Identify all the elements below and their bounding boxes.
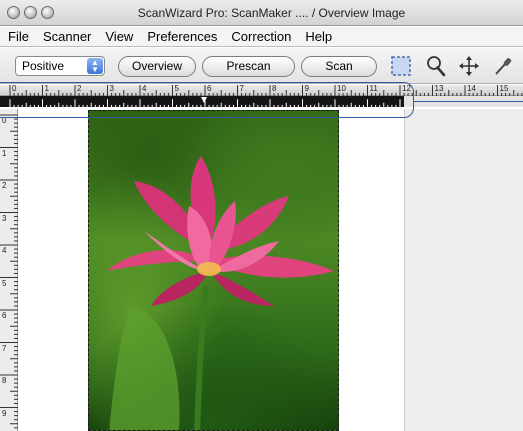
eyedropper-tool-button[interactable] — [490, 54, 516, 78]
lotus-flower-image — [107, 156, 334, 430]
menu-view[interactable]: View — [105, 29, 133, 44]
canvas-margin — [404, 109, 523, 431]
window-title: ScanWizard Pro: ScanMaker .... / Overvie… — [137, 6, 406, 20]
menu-scanner[interactable]: Scanner — [43, 29, 91, 44]
zoom-tool-button[interactable] — [423, 54, 449, 78]
scan-area-ticks — [9, 97, 401, 107]
mode-select-value: Positive — [22, 59, 65, 73]
ruler-label: 8 — [272, 84, 277, 93]
mode-select[interactable]: Positive ▲ ▼ — [15, 56, 105, 76]
select-stepper-icon[interactable]: ▲ ▼ — [87, 58, 103, 74]
ruler-label: 5 — [174, 84, 179, 93]
zoom-icon — [427, 56, 446, 77]
marquee-tool-button[interactable] — [388, 54, 414, 78]
ruler-scale: 0 1 2 3 4 5 6 7 8 9 10 11 12 13 14 15 — [0, 85, 523, 96]
ruler-label: 2 — [2, 181, 7, 190]
prescan-button[interactable]: Prescan — [202, 56, 295, 77]
eyedropper-icon — [495, 58, 512, 75]
title-bar: ScanWizard Pro: ScanMaker .... / Overvie… — [0, 0, 523, 26]
ruler-label: 14 — [467, 84, 476, 93]
ruler-label: 13 — [434, 84, 444, 93]
ruler-label: 7 — [2, 343, 7, 353]
move-tool-button[interactable] — [456, 54, 482, 78]
ruler-label: 2 — [77, 84, 82, 93]
ruler-label: 9 — [304, 84, 309, 93]
ruler-label: 15 — [499, 84, 509, 93]
menu-bar: File Scanner View Preferences Correction… — [0, 27, 523, 47]
ruler-label: 11 — [369, 84, 378, 93]
ruler-label: 1 — [2, 148, 7, 158]
ruler-label: 3 — [109, 84, 114, 93]
ruler-label: 0 — [12, 84, 17, 93]
ruler-label: 6 — [2, 311, 7, 320]
move-icon — [459, 56, 479, 76]
ruler-label: 4 — [2, 246, 7, 255]
horizontal-ruler: 0 1 2 3 4 5 6 7 8 9 10 11 12 13 14 15 — [0, 85, 523, 109]
menu-help[interactable]: Help — [305, 29, 332, 44]
position-marker-icon — [201, 97, 207, 103]
ruler-label: 9 — [2, 408, 7, 418]
ruler-label: 8 — [2, 376, 7, 385]
ruler-label: 5 — [2, 278, 7, 288]
marquee-icon — [391, 56, 411, 76]
scan-area-ruler[interactable] — [0, 96, 404, 107]
ruler-label: 10 — [337, 84, 346, 93]
ruler-label: 7 — [239, 84, 244, 93]
scan-button[interactable]: Scan — [301, 56, 377, 77]
ruler-callout-line — [414, 101, 523, 102]
overview-image[interactable] — [88, 110, 339, 431]
toolbar: Positive ▲ ▼ Overview Prescan Scan — [0, 48, 523, 84]
ruler-label: 4 — [142, 84, 147, 93]
vertical-ruler: 0 1 2 3 4 5 6 7 8 9 — [0, 109, 18, 431]
overview-button[interactable]: Overview — [118, 56, 196, 77]
ruler-label: 12 — [402, 84, 411, 93]
ruler-label: 6 — [207, 84, 212, 93]
menu-preferences[interactable]: Preferences — [147, 29, 217, 44]
ruler-label: 3 — [2, 213, 7, 223]
menu-file[interactable]: File — [8, 29, 29, 44]
menu-correction[interactable]: Correction — [231, 29, 291, 44]
ruler-label: 1 — [44, 84, 49, 93]
ruler-label: 0 — [2, 116, 7, 125]
